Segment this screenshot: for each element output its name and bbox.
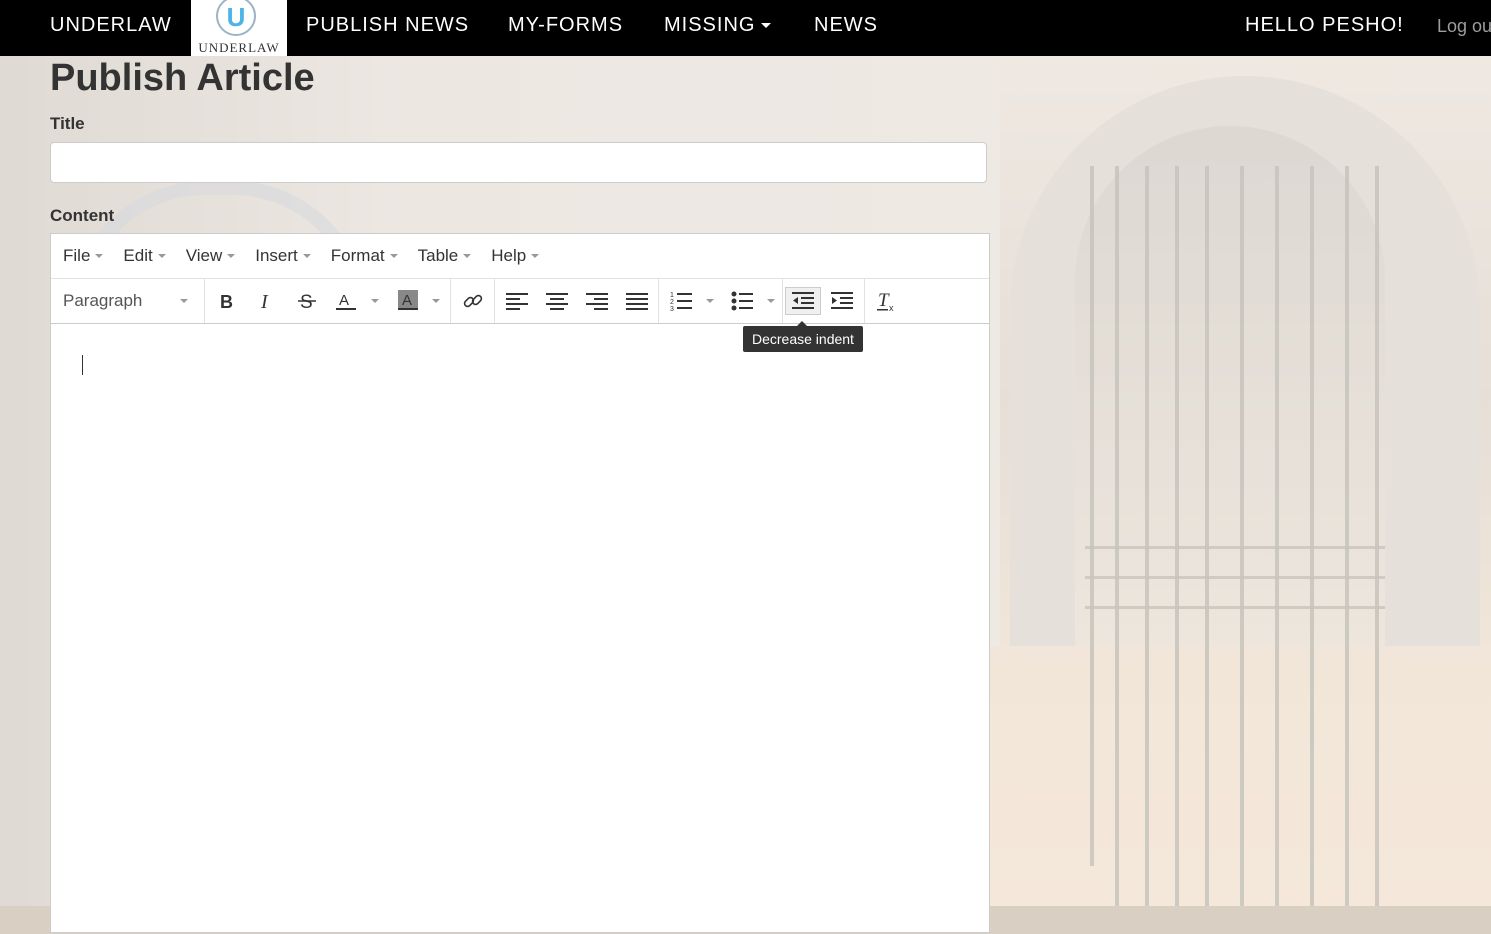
align-justify-icon [626, 293, 648, 310]
bold-icon: B [220, 292, 233, 310]
svg-text:A: A [339, 292, 349, 309]
block-format-value: Paragraph [63, 291, 143, 310]
user-greeting[interactable]: HELLO PESHO! [1245, 14, 1404, 37]
chevron-down-icon [227, 254, 236, 258]
chevron-down-icon [761, 23, 772, 29]
align-left-icon [506, 293, 528, 310]
bullet-list-icon [731, 291, 753, 311]
text-color-icon: A [336, 292, 356, 310]
menu-table[interactable]: Table [418, 246, 472, 266]
main-content: Publish Article Title Content File Edit … [0, 56, 1491, 933]
editor-toolbar: Paragraph B I S A A 1 2 3 T x [51, 279, 989, 324]
chevron-down-icon [389, 254, 398, 258]
title-input[interactable] [50, 142, 987, 183]
menu-view[interactable]: View [186, 246, 236, 266]
decrease-indent-icon [792, 292, 814, 309]
align-center-icon [546, 293, 568, 310]
menu-format[interactable]: Format [331, 246, 398, 266]
chevron-down-icon [157, 254, 166, 258]
svg-text:2: 2 [670, 299, 674, 306]
nav-my-forms[interactable]: MY-FORMS [508, 14, 623, 37]
link-icon [463, 294, 483, 308]
svg-text:A: A [402, 292, 412, 309]
text-cursor [82, 355, 83, 375]
menu-edit[interactable]: Edit [123, 246, 166, 266]
chevron-down-icon [95, 254, 104, 258]
editor-body[interactable] [51, 324, 989, 934]
title-label: Title [50, 114, 85, 133]
nav-news[interactable]: NEWS [814, 14, 878, 37]
chevron-down-icon [432, 299, 440, 303]
background-color-button[interactable]: A [393, 287, 423, 315]
align-justify-button[interactable] [623, 287, 651, 315]
chevron-down-icon [531, 254, 540, 258]
menu-insert[interactable]: Insert [255, 246, 311, 266]
increase-indent-icon [831, 292, 853, 309]
clear-formatting-icon: Tx [877, 290, 894, 312]
chevron-down-icon [463, 254, 472, 258]
chevron-down-icon [767, 299, 775, 303]
tooltip: Decrease indent [743, 321, 863, 352]
svg-text:1: 1 [670, 292, 674, 299]
svg-text:B: B [220, 292, 233, 310]
chevron-down-icon [302, 254, 311, 258]
increase-indent-button[interactable] [827, 287, 857, 315]
editor-menubar: File Edit View Insert Format Table Help [51, 234, 989, 279]
italic-button[interactable]: I [253, 287, 281, 315]
background-color-icon: A [398, 290, 418, 310]
svg-text:3: 3 [670, 306, 674, 311]
content-label: Content [50, 206, 115, 225]
block-format-select[interactable]: Paragraph [63, 287, 193, 315]
page-title: Publish Article [50, 57, 315, 99]
svg-text:I: I [260, 292, 269, 310]
top-navbar: UNDERLAW U UNDERLAW PUBLISH NEWS MY-FORM… [0, 0, 1491, 56]
logo-emblem: U [216, 0, 256, 36]
logo-text: UNDERLAW [198, 40, 280, 55]
chevron-down-icon [706, 299, 714, 303]
underlaw-logo[interactable]: U UNDERLAW [191, 0, 287, 56]
align-center-button[interactable] [543, 287, 571, 315]
italic-icon: I [260, 292, 269, 310]
strikethrough-button[interactable]: S [293, 287, 321, 315]
nav-missing-dropdown[interactable]: MISSING [664, 14, 772, 37]
numbered-list-button[interactable]: 123 [667, 287, 695, 315]
decrease-indent-button[interactable] [785, 287, 821, 315]
chevron-down-icon [371, 299, 379, 303]
menu-file[interactable]: File [63, 246, 104, 266]
clear-formatting-button[interactable]: Tx [873, 287, 901, 315]
align-right-button[interactable] [583, 287, 611, 315]
link-button[interactable] [459, 287, 487, 315]
align-left-button[interactable] [503, 287, 531, 315]
brand-link[interactable]: UNDERLAW [50, 14, 172, 37]
numbered-list-icon: 123 [670, 292, 692, 311]
svg-text:x: x [889, 303, 894, 312]
chevron-down-icon [180, 299, 188, 303]
align-right-icon [586, 293, 608, 310]
menu-help[interactable]: Help [491, 246, 540, 266]
nav-publish-news[interactable]: PUBLISH NEWS [306, 14, 469, 37]
bold-button[interactable]: B [213, 287, 241, 315]
text-color-button[interactable]: A [331, 287, 361, 315]
logout-link[interactable]: Log out [1437, 16, 1491, 37]
strikethrough-icon: S [298, 292, 316, 311]
bullet-list-button[interactable] [728, 287, 756, 315]
